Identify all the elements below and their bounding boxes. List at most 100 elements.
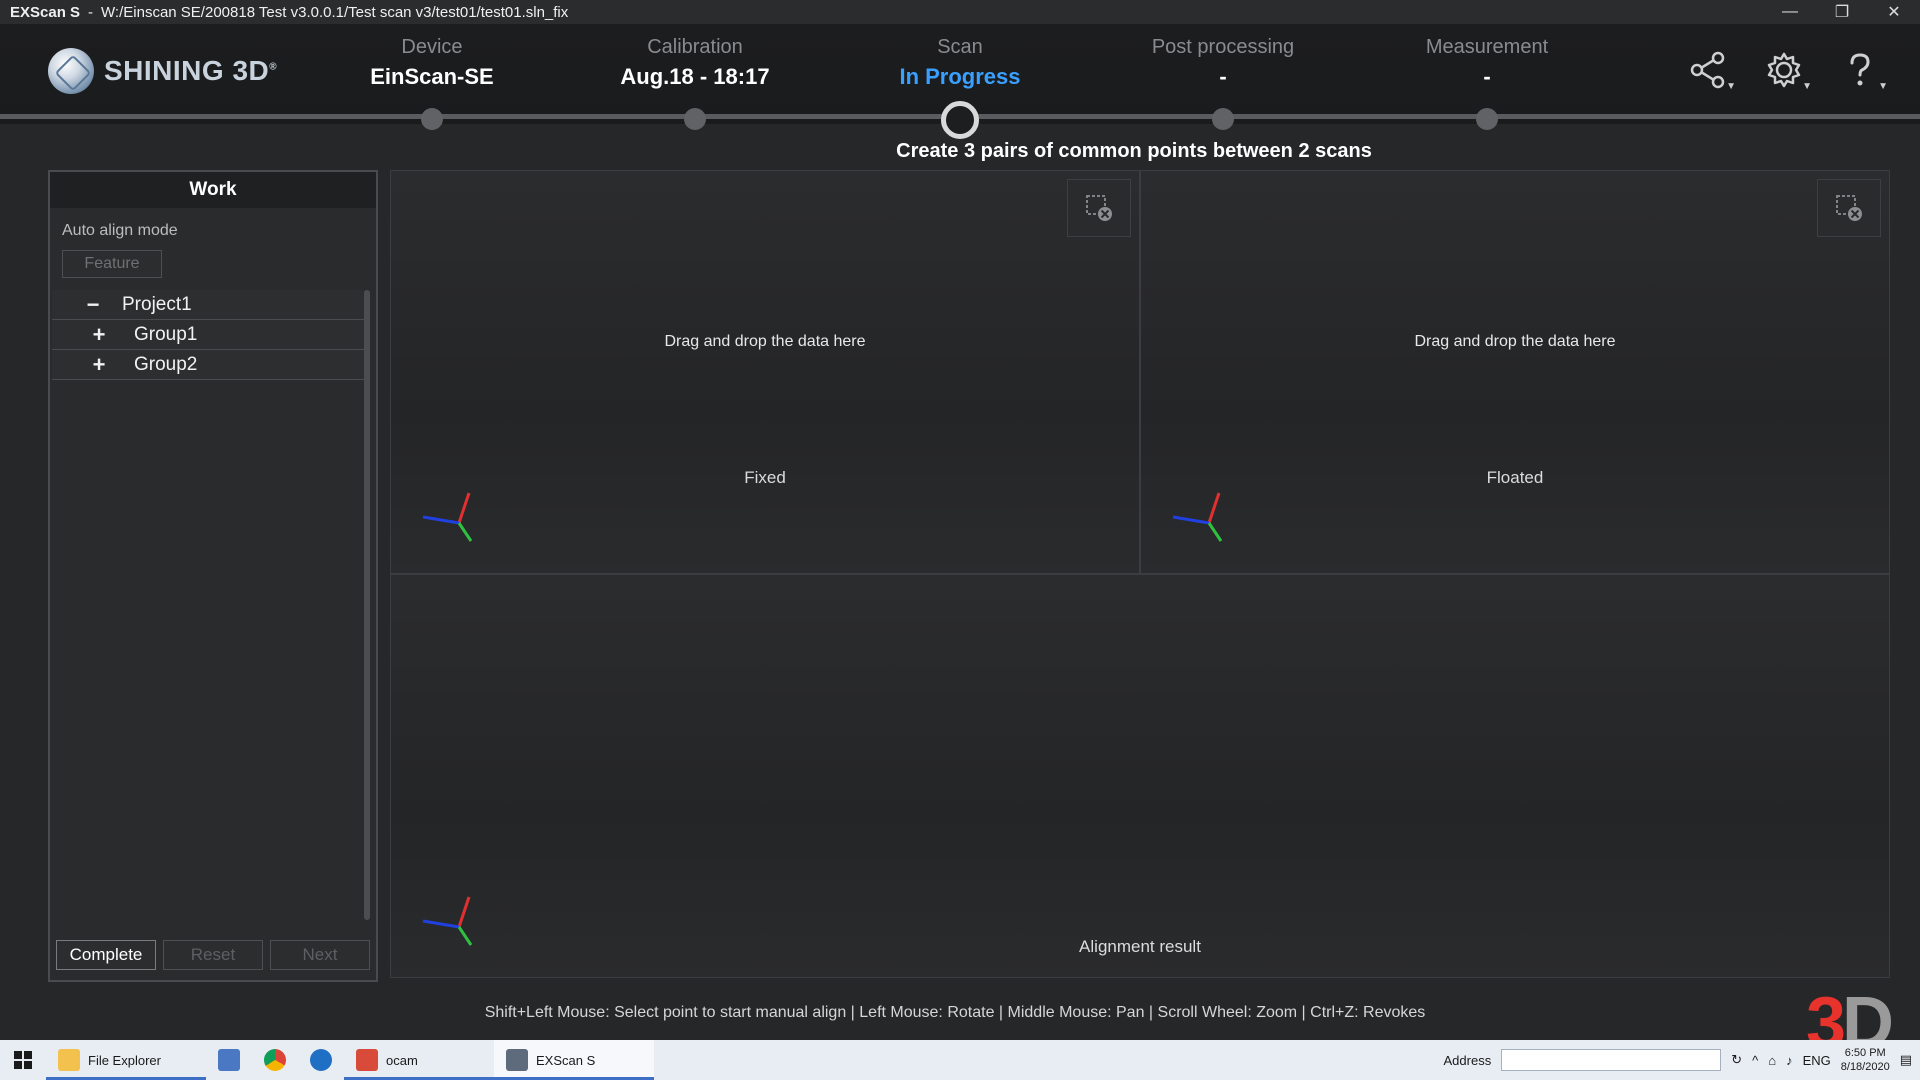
edge-icon [310,1049,332,1071]
tree-item-label: Group2 [134,353,198,375]
taskbar-chrome[interactable] [252,1040,298,1080]
tree-item-project1[interactable]: − Project1 [52,290,366,320]
window-controls: — ❐ ✕ [1764,0,1920,24]
step-device[interactable]: Device EinScan-SE [322,36,542,90]
step-node-device[interactable] [421,108,443,130]
chevron-down-icon: ▼ [1726,81,1736,92]
auto-align-mode-label: Auto align mode [62,222,178,239]
taskbar-pinned-app[interactable] [206,1040,252,1080]
app-header: SHINING 3D® Device EinScan-SE Calibratio… [0,24,1920,139]
collapse-icon[interactable]: − [82,292,104,318]
alignment-result-viewport[interactable]: Alignment result [390,574,1890,978]
step-scan[interactable]: Scan In Progress [850,36,1070,90]
start-button[interactable] [0,1040,46,1080]
restore-button[interactable]: ❐ [1816,0,1868,24]
step-label: Calibration [647,36,743,58]
brand-name: SHINING 3D [104,55,270,86]
clear-data-icon [1836,195,1862,221]
taskbar-item-label: ocam [386,1052,418,1068]
os-taskbar: File Explorer ocam EXScan S Address ↻ ^ … [0,1040,1920,1080]
work-panel: Work Auto align mode Feature − Project1 … [48,170,378,982]
ocam-icon [356,1049,378,1071]
share-icon[interactable]: ▼ [1688,50,1736,94]
expand-icon[interactable]: + [88,352,110,378]
window-titlebar: EXScan S - W:/Einscan SE/200818 Test v3.… [0,0,1920,24]
clock[interactable]: 6:50 PM 8/18/2020 [1841,1046,1890,1074]
step-node-calibration[interactable] [684,108,706,130]
clear-data-icon [1086,195,1112,221]
tree-scrollbar[interactable] [364,290,370,920]
tree-item-group2[interactable]: + Group2 [52,350,366,380]
tree-item-label: Group1 [134,323,198,345]
window-path: W:/Einscan SE/200818 Test v3.0.0.1/Test … [101,3,569,21]
refresh-icon[interactable]: ↻ [1731,1052,1742,1068]
tree-item-label: Project1 [122,293,192,315]
header-icons: ▼ ▼ ▼ [1688,50,1888,94]
next-button[interactable]: Next [270,940,370,970]
windows-logo-icon [14,1051,32,1069]
taskbar-edge[interactable] [298,1040,344,1080]
alignment-instruction: Create 3 pairs of common points between … [896,140,1372,162]
step-label: Device [401,36,463,58]
brand-logo: SHINING 3D® [48,48,277,94]
title-separator: - [88,3,94,21]
step-node-measurement[interactable] [1476,108,1498,130]
folder-icon [58,1049,80,1071]
tree-item-group1[interactable]: + Group1 [52,320,366,350]
taskbar-item-label: EXScan S [536,1052,596,1068]
mouse-controls-hint: Shift+Left Mouse: Select point to start … [484,1004,1426,1021]
axis-gizmo-icon [422,492,473,542]
axis-gizmo-icon [1172,492,1223,542]
taskbar-exscan[interactable]: EXScan S [494,1040,654,1080]
step-measurement[interactable]: Measurement - [1377,36,1597,90]
feature-button[interactable]: Feature [62,250,162,278]
step-node-post-processing[interactable] [1212,108,1234,130]
drop-hint: Drag and drop the data here [1414,333,1616,350]
step-label: Scan [937,36,983,58]
chevron-up-icon[interactable]: ^ [1752,1053,1758,1068]
step-node-scan[interactable] [941,101,979,139]
address-label: Address [1443,1052,1492,1068]
alignment-result-caption: Alignment result [1079,937,1201,956]
logo-sphere-icon [48,48,94,94]
drop-hint: Drag and drop the data here [664,333,866,350]
brand-reg-mark: ® [269,61,278,73]
volume-icon[interactable]: ♪ [1786,1053,1793,1068]
step-value: EinScan-SE [370,64,494,89]
network-icon[interactable]: ⌂ [1768,1053,1776,1068]
complete-button[interactable]: Complete [56,940,156,970]
clear-data-button[interactable] [1067,179,1131,237]
notification-icon[interactable]: ▤ [1900,1052,1912,1068]
taskbar-ocam[interactable]: ocam [344,1040,494,1080]
exscan-icon [506,1049,528,1071]
address-input[interactable] [1501,1049,1722,1071]
floated-viewport[interactable]: Drag and drop the data here Floated [1140,170,1890,574]
step-value: Aug.18 - 18:17 [620,64,770,89]
chevron-down-icon: ▼ [1802,81,1812,92]
help-icon[interactable]: ▼ [1840,50,1888,94]
reset-button[interactable]: Reset [163,940,263,970]
step-label: Measurement [1425,36,1549,58]
close-button[interactable]: ✕ [1868,0,1920,24]
minimize-button[interactable]: — [1764,0,1816,24]
step-post-processing[interactable]: Post processing - [1113,36,1333,90]
panel-actions: Complete Reset Next [56,940,370,970]
floated-caption: Floated [1486,468,1544,487]
step-value: - [1219,64,1227,89]
expand-icon[interactable]: + [88,322,110,348]
step-value: - [1483,64,1491,89]
window-app-name: EXScan S [10,3,81,21]
taskbar-item-label: File Explorer [88,1052,161,1068]
clear-data-button[interactable] [1817,179,1881,237]
chrome-icon [264,1049,286,1071]
taskbar-file-explorer[interactable]: File Explorer [46,1040,206,1080]
chevron-down-icon: ▼ [1878,81,1888,92]
clock-date: 8/18/2020 [1840,1061,1890,1073]
step-label: Post processing [1151,36,1295,58]
gear-icon[interactable]: ▼ [1764,50,1812,94]
work-panel-title: Work [50,172,376,208]
fixed-viewport[interactable]: Drag and drop the data here Fixed [390,170,1140,574]
step-value: In Progress [899,64,1021,89]
language-indicator[interactable]: ENG [1803,1053,1831,1068]
step-calibration[interactable]: Calibration Aug.18 - 18:17 [585,36,805,90]
